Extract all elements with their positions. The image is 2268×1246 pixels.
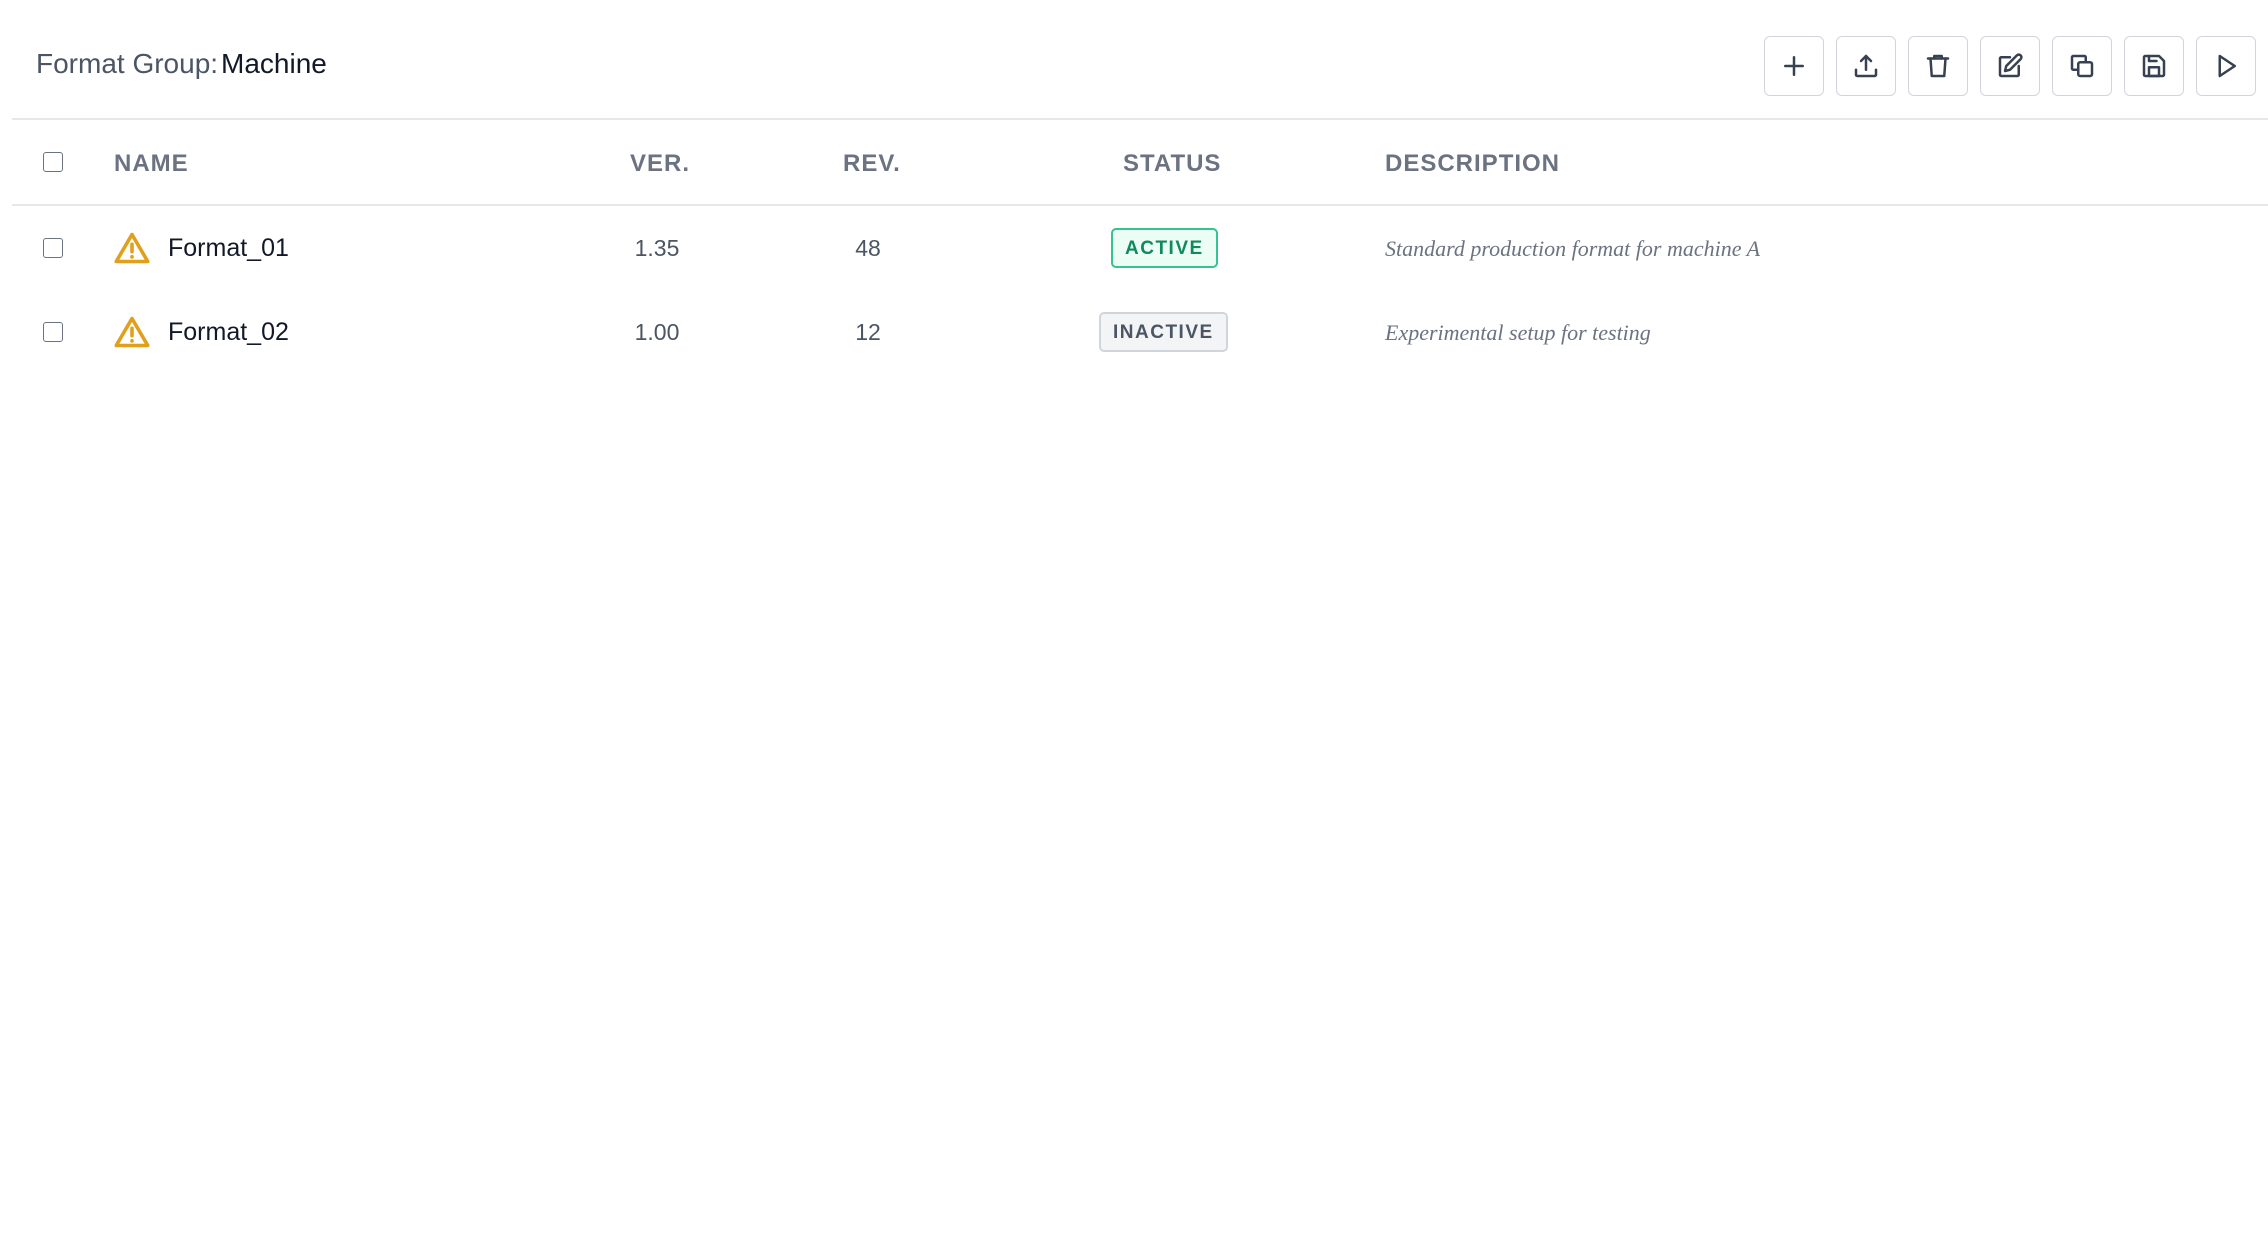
toolbar <box>1764 36 2256 96</box>
play-icon <box>2218 54 2236 78</box>
table-row[interactable]: Format_01 1.35 48 ACTIVE Standard produc… <box>12 206 2268 290</box>
format-description: Experimental setup for testing <box>1385 320 1651 345</box>
format-name[interactable]: Format_02 <box>168 318 289 347</box>
column-header-description[interactable]: DESCRIPTION <box>1385 150 1560 178</box>
page-header: Format Group: Machine <box>12 0 2268 120</box>
upload-button[interactable] <box>1836 36 1896 96</box>
warning-icon <box>114 231 150 265</box>
format-description: Standard production format for machine A <box>1385 236 1761 261</box>
add-button[interactable] <box>1764 36 1824 96</box>
format-revision: 48 <box>855 235 881 261</box>
warning-icon <box>114 315 150 349</box>
edit-icon <box>1998 53 2023 78</box>
edit-button[interactable] <box>1980 36 2040 96</box>
table-header: NAME VER. REV. STATUS DESCRIPTION <box>12 120 2268 206</box>
format-name[interactable]: Format_01 <box>168 234 289 263</box>
row-checkbox[interactable] <box>43 322 63 342</box>
save-button[interactable] <box>2124 36 2184 96</box>
format-revision: 12 <box>855 319 881 345</box>
plus-icon <box>1784 56 1804 76</box>
column-header-revision[interactable]: REV. <box>843 150 901 178</box>
format-group-value: Machine <box>221 48 327 79</box>
save-icon <box>2142 54 2166 78</box>
formats-table: NAME VER. REV. STATUS DESCRIPTION Format… <box>12 120 2268 374</box>
copy-button[interactable] <box>2052 36 2112 96</box>
upload-icon <box>1854 54 1878 78</box>
status-badge: ACTIVE <box>1111 228 1218 268</box>
format-version: 1.35 <box>634 235 680 261</box>
column-header-status[interactable]: STATUS <box>1123 150 1221 178</box>
trash-icon <box>1926 54 1950 78</box>
format-group-label: Format Group: <box>36 48 219 79</box>
format-list-page: Format Group: Machine NAME VER. REV. STA… <box>0 0 2268 1246</box>
table-row[interactable]: Format_02 1.00 12 INACTIVE Experimental … <box>12 290 2268 374</box>
row-checkbox[interactable] <box>43 238 63 258</box>
select-all-checkbox[interactable] <box>43 152 63 172</box>
column-header-version[interactable]: VER. <box>630 150 690 178</box>
format-version: 1.00 <box>634 319 680 345</box>
delete-button[interactable] <box>1908 36 1968 96</box>
column-header-name[interactable]: NAME <box>114 150 189 178</box>
status-badge: INACTIVE <box>1099 312 1228 352</box>
copy-icon <box>2070 54 2094 78</box>
run-button[interactable] <box>2196 36 2256 96</box>
